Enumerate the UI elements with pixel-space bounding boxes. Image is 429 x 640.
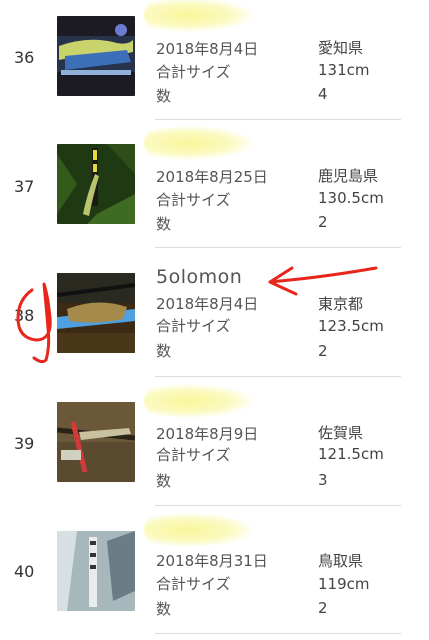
rank-number: 37	[14, 177, 35, 196]
count-value: 2	[318, 213, 328, 231]
ranking-row[interactable]: 36 2018年8月4日 合計サイズ 数 愛知県 131cm 4	[0, 0, 429, 121]
total-size-label: 合計サイズ	[156, 575, 231, 593]
ranking-row[interactable]: 37 2018年8月25日 合計サイズ 数 鹿児島県 130.5cm 2	[0, 120, 429, 249]
rank-number: 38	[14, 306, 35, 325]
angler-name[interactable]: 5olomon	[156, 266, 242, 288]
prefecture: 鳥取県	[318, 552, 364, 570]
catch-date: 2018年8月31日	[156, 552, 268, 570]
count-label: 数	[156, 472, 172, 490]
row-divider	[155, 505, 401, 506]
count-label: 数	[156, 215, 172, 233]
count-value: 2	[318, 342, 328, 360]
count-value: 4	[318, 85, 328, 103]
total-size-value: 131cm	[318, 61, 370, 79]
count-label: 数	[156, 87, 172, 105]
total-size-label: 合計サイズ	[156, 317, 231, 335]
name-redaction-blur	[144, 0, 254, 32]
catch-photo[interactable]	[57, 16, 135, 96]
row-divider	[155, 247, 401, 248]
catch-photo[interactable]	[57, 144, 135, 224]
total-size-label: 合計サイズ	[156, 191, 231, 209]
row-divider	[155, 376, 401, 377]
rank-number: 40	[14, 562, 35, 581]
total-size-value: 119cm	[318, 575, 370, 593]
total-size-value: 121.5cm	[318, 445, 384, 463]
total-size-label: 合計サイズ	[156, 63, 231, 81]
catch-photo[interactable]	[57, 402, 135, 482]
catch-date: 2018年8月4日	[156, 295, 259, 313]
name-redaction-blur	[144, 513, 254, 547]
total-size-value: 123.5cm	[318, 317, 384, 335]
rank-number: 36	[14, 48, 35, 67]
prefecture: 東京都	[318, 295, 364, 313]
ranking-row[interactable]: 39 2018年8月9日 合計サイズ 数 佐賀県 121.5cm 3	[0, 378, 429, 507]
count-value: 3	[318, 471, 328, 489]
prefecture: 愛知県	[318, 39, 364, 57]
rank-number: 39	[14, 434, 35, 453]
catch-photo[interactable]	[57, 273, 135, 353]
catch-date: 2018年8月9日	[156, 425, 259, 443]
name-redaction-blur	[144, 126, 254, 160]
prefecture: 佐賀県	[318, 424, 364, 442]
catch-date: 2018年8月4日	[156, 40, 259, 58]
catch-photo[interactable]	[57, 531, 135, 611]
count-label: 数	[156, 600, 172, 618]
count-label: 数	[156, 342, 172, 360]
ranking-list: 36 2018年8月4日 合計サイズ 数 愛知県 131cm 4 37 2018…	[0, 0, 429, 640]
total-size-label: 合計サイズ	[156, 446, 231, 464]
count-value: 2	[318, 599, 328, 617]
total-size-value: 130.5cm	[318, 189, 384, 207]
prefecture: 鹿児島県	[318, 167, 379, 185]
ranking-row[interactable]: 40 2018年8月31日 合計サイズ 数 鳥取県 119cm 2	[0, 507, 429, 636]
row-divider	[155, 633, 401, 634]
name-redaction-blur	[144, 384, 254, 418]
catch-date: 2018年8月25日	[156, 168, 268, 186]
ranking-row[interactable]: 38 5olomon 2018年8月4日 合計サイズ 数 東京都 123.5cm…	[0, 249, 429, 378]
